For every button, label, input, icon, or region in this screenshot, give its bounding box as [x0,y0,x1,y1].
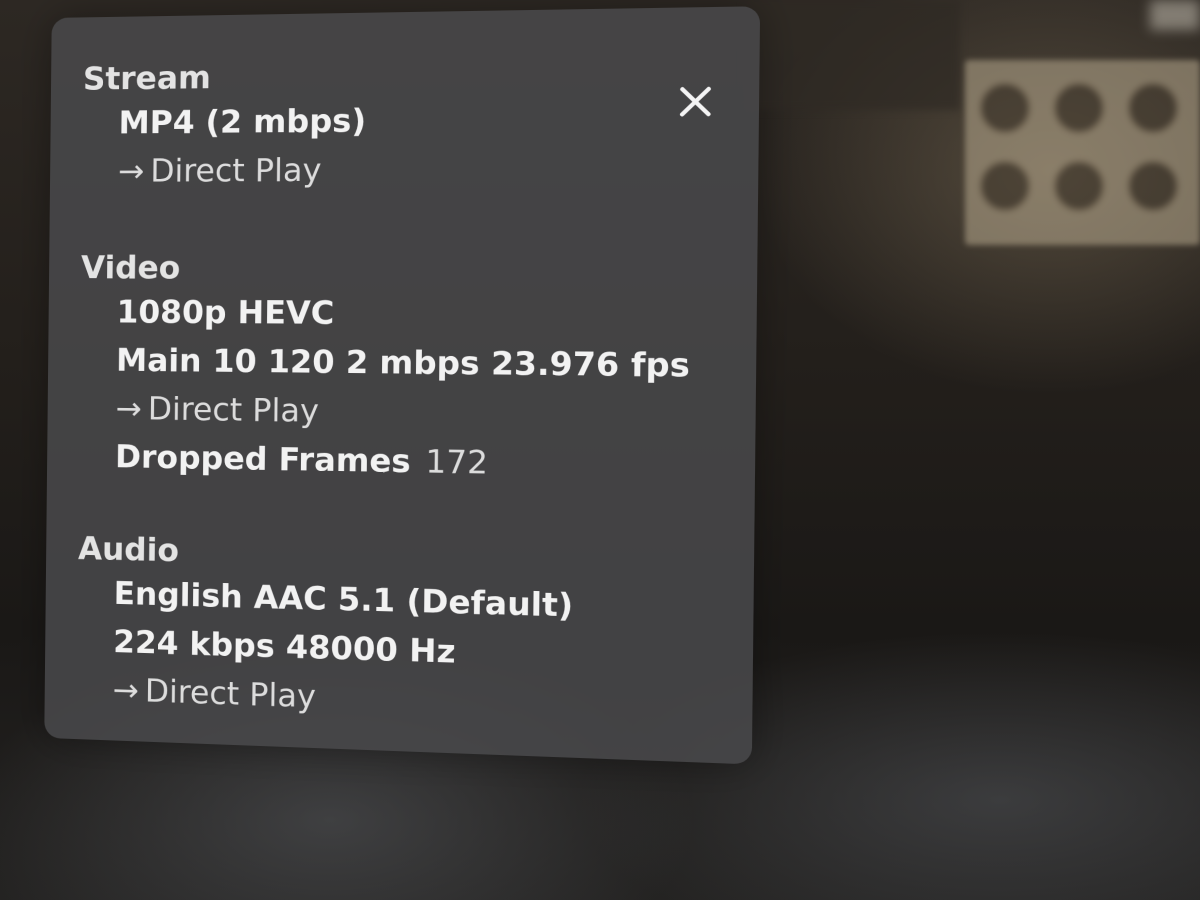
dropped-frames-label: Dropped Frames [114,439,411,481]
audio-playback-label: Direct Play [144,673,317,716]
video-details: Main 10 120 2 mbps 23.976 fps [115,342,691,385]
background-dial [1053,160,1105,212]
arrow-right-icon: → [117,153,145,190]
background-light [1150,0,1200,30]
close-button[interactable] [676,83,716,121]
background-dial [1127,82,1179,134]
arrow-right-icon: → [115,390,142,428]
close-icon [676,83,716,121]
background-dial [979,82,1031,134]
video-title: Video [80,250,181,287]
stream-format: MP4 (2 mbps) [118,102,367,142]
background-dial [1053,82,1105,134]
video-resolution-codec: 1080p HEVC [116,294,335,332]
audio-section: Audio English AAC 5.1 (Default) 224 kbps… [76,529,573,731]
background-wall-frame [965,60,1200,245]
arrow-right-icon: → [112,672,140,710]
background-dial [979,160,1031,212]
dropped-frames-value: 172 [425,443,489,482]
background-poster [745,0,960,110]
background-dial [1127,160,1179,212]
playback-info-panel: Stream MP4 (2 mbps) → Direct Play Video 1… [44,6,761,765]
stream-section: Stream MP4 (2 mbps) → Direct Play [82,56,367,196]
video-playback-label: Direct Play [147,391,320,430]
dropped-frames: Dropped Frames 172 [79,432,689,491]
stream-playback: → Direct Play [82,146,366,196]
stream-playback-label: Direct Play [150,152,322,190]
video-section: Video 1080p HEVC Main 10 120 2 mbps 23.9… [79,248,691,492]
stream-title: Stream [82,59,212,98]
